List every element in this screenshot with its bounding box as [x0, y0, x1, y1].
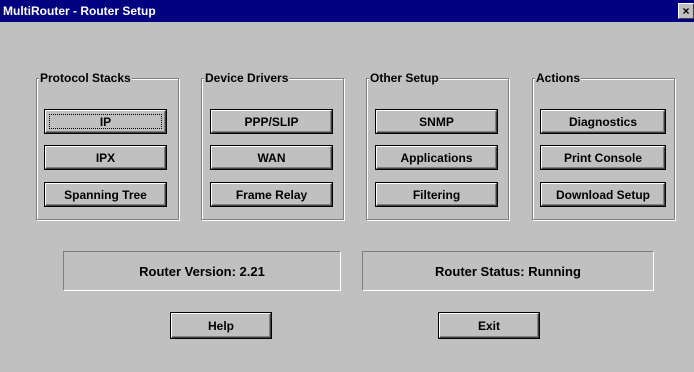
window-title: MultiRouter - Router Setup: [3, 4, 156, 18]
wan-button[interactable]: WAN: [211, 146, 332, 169]
spanning-tree-button[interactable]: Spanning Tree: [45, 183, 166, 206]
filtering-button[interactable]: Filtering: [376, 183, 497, 206]
router-version-text: Router Version: 2.21: [139, 263, 265, 279]
ipx-button[interactable]: IPX: [45, 146, 166, 169]
ip-button[interactable]: IP: [45, 110, 166, 133]
close-button[interactable]: ×: [678, 3, 694, 19]
group-label-other-setup: Other Setup: [369, 71, 440, 85]
ppp-slip-button[interactable]: PPP/SLIP: [211, 110, 332, 133]
download-setup-button[interactable]: Download Setup: [541, 183, 665, 206]
title-bar: MultiRouter - Router Setup ×: [0, 0, 694, 22]
diagnostics-button[interactable]: Diagnostics: [541, 110, 665, 133]
group-label-device-drivers: Device Drivers: [204, 71, 290, 85]
snmp-button[interactable]: SNMP: [376, 110, 497, 133]
router-version-panel: Router Version: 2.21: [63, 251, 341, 291]
router-status-panel: Router Status: Running: [362, 251, 654, 291]
applications-button[interactable]: Applications: [376, 146, 497, 169]
frame-relay-button[interactable]: Frame Relay: [211, 183, 332, 206]
help-button[interactable]: Help: [171, 313, 271, 338]
exit-button[interactable]: Exit: [439, 313, 539, 338]
print-console-button[interactable]: Print Console: [541, 146, 665, 169]
group-label-actions: Actions: [535, 71, 582, 85]
group-label-protocol-stacks: Protocol Stacks: [39, 71, 132, 85]
router-status-text: Router Status: Running: [435, 263, 581, 279]
